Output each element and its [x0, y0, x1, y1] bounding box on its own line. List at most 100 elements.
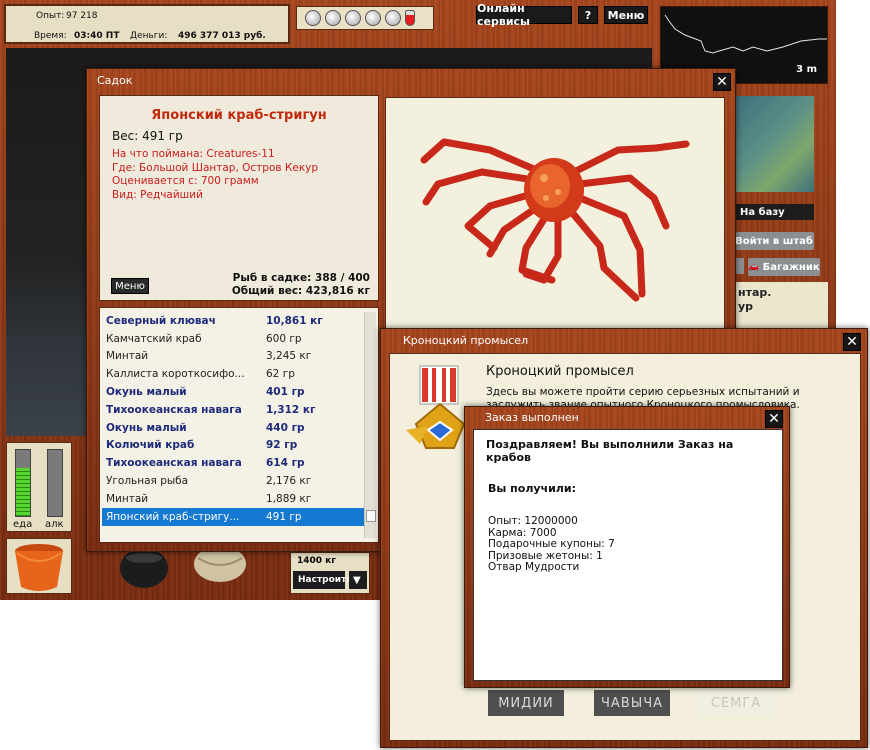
fish-list-name: Минтай: [106, 492, 149, 505]
fish-list-row[interactable]: Колючий краб 92 гр: [102, 437, 366, 455]
online-services-button[interactable]: Онлайн сервисы: [476, 2, 572, 28]
tackle-items: [110, 546, 260, 592]
region-map[interactable]: [734, 96, 814, 192]
fish-list-row[interactable]: Камчатский краб 600 гр: [102, 330, 366, 348]
caught-on-text: На что поймана: Creatures-11: [112, 148, 275, 160]
fish-list-weight: 401 гр: [266, 386, 305, 399]
scrollbar-thumb[interactable]: [366, 510, 376, 522]
to-base-button[interactable]: На базу: [736, 204, 814, 220]
order-content: Поздравляем! Вы выполнили Заказ на крабо…: [473, 429, 783, 681]
money-label: Деньги:: [130, 31, 168, 41]
fish-list-row[interactable]: Тихоокеанская навага 614 гр: [102, 454, 366, 472]
fish-list-name: Каллиста короткосифо...: [106, 368, 245, 381]
fish-list-weight: 62 гр: [266, 368, 295, 381]
fish-count: Рыб в садке: 388 / 400: [232, 272, 370, 284]
fish-list-name: Северный клювач: [106, 314, 216, 327]
fish-name: Японский краб-стригун: [151, 108, 327, 123]
sadok-titlebar[interactable]: Садок: [87, 69, 735, 91]
status-meters: еда алк: [6, 442, 72, 532]
fish-list-weight: 614 гр: [266, 457, 305, 470]
fish-list-weight: 92 гр: [266, 439, 298, 452]
fish-picture: [385, 97, 725, 331]
valued-from-text: Оценивается с: 700 грамм: [112, 175, 259, 187]
list-scrollbar[interactable]: [364, 312, 376, 538]
fish-list-name: Тихоокеанская навага: [106, 403, 242, 416]
exp-value: 97 218: [66, 11, 98, 21]
fish-list-row[interactable]: Тихоокеанская навага 1,312 кг: [102, 401, 366, 419]
location-line-1: нтар.: [738, 286, 772, 299]
fish-list-row[interactable]: Окунь малый 440 гр: [102, 419, 366, 437]
kronotsky-close-button[interactable]: ✕: [843, 333, 861, 351]
setup-button[interactable]: Настроить: [293, 571, 352, 589]
food-meter: [15, 449, 31, 517]
species-rarity-text: Вид: Редчайший: [112, 188, 203, 201]
depth-value: 3 m: [796, 64, 817, 75]
fish-menu-button[interactable]: Меню: [111, 278, 149, 294]
enter-hq-button[interactable]: Войти в штаб: [734, 232, 814, 250]
fish-list-row[interactable]: Угольная рыба 2,176 кг: [102, 472, 366, 490]
fish-details: На что поймана: Creatures-11 Где: Большо…: [112, 148, 318, 202]
food-label: еда: [13, 519, 33, 530]
fish-list-row[interactable]: Окунь малый 401 гр: [102, 383, 366, 401]
semga-button[interactable]: СЕМГА: [698, 690, 774, 716]
order-window-title: Заказ выполнен: [485, 410, 579, 424]
mussels-button[interactable]: МИДИИ: [488, 690, 564, 716]
time-value: 03:40 ПТ: [74, 31, 120, 41]
keepnet-summary: Рыб в садке: 388 / 400 Общий вес: 423,81…: [232, 272, 370, 298]
fish-list-row[interactable]: Минтай 1,889 кг: [102, 490, 366, 508]
fish-list-name: Угольная рыба: [106, 475, 189, 488]
kronotsky-heading: Кроноцкий промысел: [486, 364, 634, 379]
fish-list-row[interactable]: Северный клювач 10,861 кг: [102, 312, 366, 330]
snow-crab-image: [420, 138, 690, 302]
order-titlebar[interactable]: Заказ выполнен: [465, 407, 789, 427]
bucket-icon: [15, 544, 63, 591]
fish-list-row[interactable]: Японский краб-стригу... 491 гр: [102, 507, 366, 526]
time-label: Время:: [34, 31, 67, 41]
keepnet-list: Северный клювач 10,861 кг Камчатский краб 6…: [99, 307, 379, 543]
setup-dropdown-icon[interactable]: ▼: [349, 571, 367, 589]
potion-bottle-icon[interactable]: [345, 10, 361, 26]
kronotsky-window-title: Кроноцкий промысел: [403, 333, 529, 347]
trunk-button[interactable]: 🚗 Багажник: [748, 258, 820, 276]
exp-label: Опыт:: [36, 11, 65, 21]
potion-bottle-icon[interactable]: [305, 10, 321, 26]
sadok-title: Садок: [97, 73, 133, 87]
received-heading: Вы получили:: [488, 482, 576, 495]
fish-list: Северный клювач 10,861 кг Камчатский краб 6…: [102, 312, 366, 526]
trunk-button-label: Багажник: [762, 261, 820, 273]
fish-list-name: Колючий краб: [106, 439, 195, 452]
fish-list-weight: 10,861 кг: [266, 314, 323, 327]
potion-bottle-icon[interactable]: [325, 10, 341, 26]
fish-info-panel: Японский краб-стригун Вес: 491 гр На что…: [99, 95, 379, 301]
potion-bottle-icon[interactable]: [385, 10, 401, 26]
help-button[interactable]: ?: [578, 6, 598, 24]
congratulations-text: Поздравляем! Вы выполнили Заказ на крабо…: [486, 438, 734, 464]
order-completed-window: Заказ выполнен ✕ Поздравляем! Вы выполни…: [464, 406, 790, 688]
fish-list-name: Камчатский краб: [106, 332, 202, 345]
alcohol-meter: [47, 449, 63, 517]
fish-weight: Вес: 491 гр: [112, 129, 183, 143]
fish-list-name: Японский краб-стригу...: [106, 510, 240, 523]
fish-list-weight: 1,312 кг: [266, 403, 316, 416]
chavycha-button[interactable]: ЧАВЫЧА: [594, 690, 670, 716]
money-value: 496 377 013 руб.: [178, 31, 266, 41]
potion-bottle-icon[interactable]: [365, 10, 381, 26]
fish-list-weight: 440 гр: [266, 421, 305, 434]
rewards-list: Опыт: 12000000 Карма: 7000 Подарочные купо…: [488, 515, 615, 574]
fish-list-weight: 3,245 кг: [266, 350, 312, 363]
fish-list-weight: 600 гр: [266, 332, 302, 345]
total-weight: Общий вес: 423,816 кг: [231, 285, 370, 297]
fish-list-row[interactable]: Минтай 3,245 кг: [102, 348, 366, 366]
sadok-close-button[interactable]: ✕: [713, 73, 731, 91]
car-icon: 🚗: [748, 262, 760, 272]
potions-bar: [296, 6, 434, 30]
kronotsky-titlebar[interactable]: Кроноцкий промысел: [381, 329, 867, 351]
fish-list-row[interactable]: Каллиста короткосифо... 62 гр: [102, 365, 366, 383]
alcohol-label: алк: [45, 519, 64, 530]
bait-bucket[interactable]: [6, 538, 72, 594]
order-close-button[interactable]: ✕: [765, 410, 783, 428]
fish-list-name: Минтай: [106, 350, 149, 363]
top-menu-button[interactable]: Меню: [604, 6, 648, 24]
setup-weight: 1400 кг: [297, 556, 336, 566]
red-potion-icon[interactable]: [405, 10, 415, 26]
